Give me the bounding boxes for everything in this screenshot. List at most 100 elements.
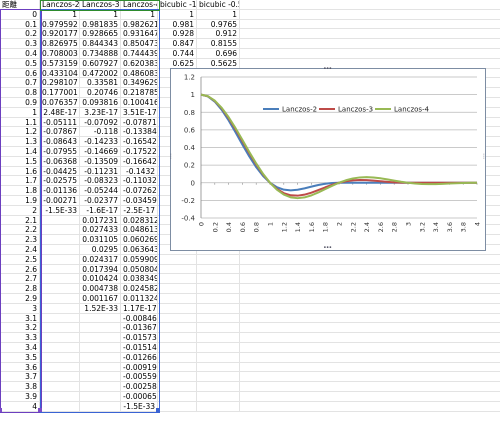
value-cell[interactable] xyxy=(40,352,80,363)
value-cell[interactable]: -0.07262 xyxy=(121,186,158,196)
value-cell[interactable]: 0.931647 xyxy=(121,29,158,40)
value-cell[interactable] xyxy=(80,372,121,383)
value-cell[interactable] xyxy=(80,392,121,402)
value-cell[interactable] xyxy=(197,254,240,265)
chart-resize-handle-left[interactable]: ⋮ xyxy=(168,153,174,160)
value-cell[interactable] xyxy=(158,303,197,314)
distance-cell[interactable]: 3.2 xyxy=(0,323,40,334)
distance-cell[interactable]: 0.9 xyxy=(0,98,40,108)
distance-cell[interactable]: 0.6 xyxy=(0,68,40,79)
value-cell[interactable]: 0.981835 xyxy=(80,19,121,30)
value-cell[interactable] xyxy=(158,294,197,304)
value-cell[interactable]: -0.01367 xyxy=(121,323,158,334)
distance-cell[interactable]: 1.5 xyxy=(0,156,40,167)
empty-cell[interactable] xyxy=(240,29,500,40)
value-cell[interactable]: -0.16642 xyxy=(121,156,158,167)
value-cell[interactable]: 0.33581 xyxy=(80,78,121,89)
value-cell[interactable] xyxy=(80,313,121,324)
distance-cell[interactable]: 0.3 xyxy=(0,39,40,49)
value-cell[interactable] xyxy=(197,303,240,314)
value-cell[interactable]: 0.076357 xyxy=(40,98,80,108)
value-cell[interactable] xyxy=(158,264,197,275)
distance-cell[interactable]: 2 xyxy=(0,205,40,216)
value-cell[interactable] xyxy=(40,225,80,236)
value-cell[interactable] xyxy=(158,333,197,343)
value-cell[interactable] xyxy=(40,264,80,275)
distance-cell[interactable]: 2.9 xyxy=(0,294,40,304)
distance-cell[interactable]: 2.1 xyxy=(0,215,40,226)
value-cell[interactable]: -0.01266 xyxy=(121,352,158,363)
distance-cell[interactable]: 0.8 xyxy=(0,88,40,98)
value-cell[interactable]: -0.14233 xyxy=(80,137,121,147)
value-cell[interactable]: -1.5E-33 xyxy=(121,401,158,412)
value-cell[interactable] xyxy=(40,284,80,294)
value-cell[interactable]: 0.0295 xyxy=(80,245,121,255)
empty-cell[interactable] xyxy=(240,314,500,324)
value-cell[interactable]: -0.1432 xyxy=(121,166,158,177)
value-cell[interactable]: -1.6E-17 xyxy=(80,205,121,216)
value-cell[interactable]: -0.00258 xyxy=(121,382,158,392)
value-cell[interactable]: 0.979592 xyxy=(40,19,80,30)
value-cell[interactable]: -1.5E-33 xyxy=(40,205,80,216)
empty-cell[interactable] xyxy=(240,382,500,392)
distance-cell[interactable]: 2.2 xyxy=(0,225,40,236)
value-cell[interactable]: -0.16542 xyxy=(121,137,158,147)
value-cell[interactable]: 0.696 xyxy=(197,49,240,59)
distance-cell[interactable]: 2.4 xyxy=(0,245,40,255)
value-cell[interactable]: -2.5E-17 xyxy=(121,205,158,216)
value-cell[interactable]: 0.744439 xyxy=(121,49,158,59)
value-cell[interactable] xyxy=(40,372,80,383)
value-cell[interactable] xyxy=(197,343,240,353)
distance-cell[interactable]: 0.5 xyxy=(0,58,40,69)
value-cell[interactable]: 1 xyxy=(197,9,240,20)
distance-cell[interactable]: 1.3 xyxy=(0,137,40,147)
value-cell[interactable]: 0.027433 xyxy=(80,225,121,236)
value-cell[interactable]: -0.07955 xyxy=(40,147,80,157)
value-cell[interactable] xyxy=(40,313,80,324)
empty-cell[interactable] xyxy=(240,304,500,314)
range-handle[interactable] xyxy=(0,408,2,412)
value-cell[interactable]: 0.011324 xyxy=(121,294,158,304)
value-cell[interactable]: -0.06368 xyxy=(40,156,80,167)
value-cell[interactable] xyxy=(40,401,80,412)
distance-cell[interactable]: 3.6 xyxy=(0,362,40,373)
value-cell[interactable]: 0.048613 xyxy=(121,225,158,236)
value-cell[interactable]: 0.928665 xyxy=(80,29,121,40)
value-cell[interactable] xyxy=(40,343,80,353)
value-cell[interactable] xyxy=(40,274,80,285)
value-cell[interactable]: 0.607927 xyxy=(80,58,121,69)
distance-cell[interactable]: 2.5 xyxy=(0,254,40,265)
value-cell[interactable]: 0.010424 xyxy=(80,274,121,285)
distance-cell[interactable]: 3.3 xyxy=(0,333,40,343)
value-cell[interactable]: 0.017394 xyxy=(80,264,121,275)
distance-cell[interactable]: 3.1 xyxy=(0,313,40,324)
value-cell[interactable] xyxy=(158,382,197,392)
distance-cell[interactable]: 0.1 xyxy=(0,19,40,30)
value-cell[interactable]: 0.981 xyxy=(158,19,197,30)
distance-cell[interactable]: 3 xyxy=(0,303,40,314)
value-cell[interactable]: 0.028312 xyxy=(121,215,158,226)
value-cell[interactable] xyxy=(40,382,80,392)
distance-cell[interactable]: 1.8 xyxy=(0,186,40,196)
value-cell[interactable]: -0.04425 xyxy=(40,166,80,177)
empty-cell[interactable] xyxy=(240,265,500,275)
value-cell[interactable]: -0.03459 xyxy=(121,196,158,206)
value-cell[interactable]: -0.13509 xyxy=(80,156,121,167)
distance-cell[interactable]: 0 xyxy=(0,9,40,20)
distance-cell[interactable]: 1.1 xyxy=(0,117,40,128)
value-cell[interactable] xyxy=(80,352,121,363)
value-cell[interactable] xyxy=(40,303,80,314)
empty-cell[interactable] xyxy=(240,20,500,30)
header-bicubic-1[interactable]: bicubic -1 xyxy=(158,0,197,10)
value-cell[interactable]: 0.847 xyxy=(158,39,197,49)
value-cell[interactable]: 1 xyxy=(158,9,197,20)
value-cell[interactable]: 0.093816 xyxy=(80,98,121,108)
value-cell[interactable]: 0.060269 xyxy=(121,235,158,245)
value-cell[interactable]: -0.07871 xyxy=(121,117,158,128)
value-cell[interactable]: -0.118 xyxy=(80,127,121,138)
value-cell[interactable]: 0.100416 xyxy=(121,98,158,108)
distance-cell[interactable]: 1.9 xyxy=(0,196,40,206)
value-cell[interactable] xyxy=(197,372,240,383)
value-cell[interactable]: -0.05244 xyxy=(80,186,121,196)
empty-cell[interactable] xyxy=(240,392,500,402)
